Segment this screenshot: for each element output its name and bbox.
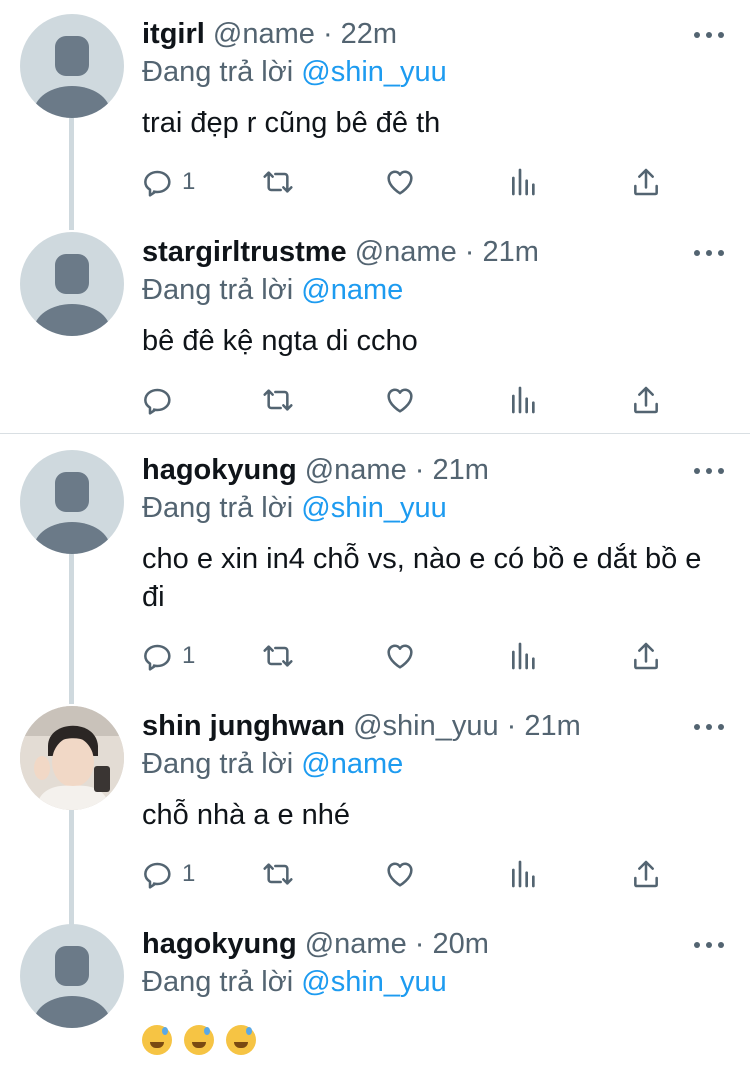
analytics-icon bbox=[512, 642, 535, 670]
display-name[interactable]: hagokyung bbox=[142, 928, 297, 960]
retweet-icon bbox=[263, 645, 293, 667]
reply-count: 1 bbox=[182, 642, 196, 669]
reply-button[interactable]: 1 bbox=[142, 636, 195, 676]
share-icon bbox=[634, 860, 658, 888]
handle-time: @shin_yuu · 21m bbox=[353, 710, 581, 742]
retweet-button[interactable] bbox=[262, 162, 294, 202]
avatar[interactable] bbox=[20, 450, 124, 554]
mention-link[interactable]: @name bbox=[301, 748, 403, 780]
retweet-icon bbox=[263, 389, 293, 411]
tweet-text: chỗ nhà a e nhé bbox=[142, 799, 351, 831]
reply-button[interactable]: 1 bbox=[142, 854, 195, 894]
tweet-header: itgirl @name · 22m bbox=[142, 17, 397, 51]
tweet[interactable]: shin junghwan @shin_yuu · 21m Đang trả l… bbox=[0, 692, 750, 910]
display-name[interactable]: hagokyung bbox=[142, 454, 297, 486]
retweet-icon bbox=[263, 171, 293, 193]
reply-icon bbox=[144, 170, 171, 197]
share-icon bbox=[634, 642, 658, 670]
heart-icon bbox=[387, 644, 413, 669]
analytics-button[interactable] bbox=[508, 636, 540, 676]
handle-time: @name · 20m bbox=[304, 928, 489, 960]
heart-icon bbox=[387, 862, 413, 887]
grinning-sweat-emoji-icon bbox=[184, 1025, 214, 1055]
replying-to: Đang trả lời @shin_yuu bbox=[142, 56, 447, 88]
tweet-header: stargirltrustme @name · 21m bbox=[142, 235, 539, 269]
tweet-text: trai đẹp r cũng bê đê th bbox=[142, 107, 441, 139]
avatar[interactable] bbox=[20, 14, 124, 118]
display-name[interactable]: shin junghwan bbox=[142, 710, 345, 742]
retweet-button[interactable] bbox=[262, 854, 294, 894]
mention-link[interactable]: @name bbox=[301, 274, 403, 306]
conversation-divider bbox=[0, 433, 750, 434]
analytics-icon bbox=[512, 168, 535, 196]
handle-time: @name · 21m bbox=[354, 236, 539, 268]
display-name[interactable]: itgirl bbox=[142, 18, 205, 50]
share-button[interactable] bbox=[630, 162, 662, 202]
like-button[interactable] bbox=[384, 636, 416, 676]
tweet[interactable]: hagokyung @name · 20m Đang trả lời @shin… bbox=[0, 910, 750, 1065]
reply-icon bbox=[144, 388, 171, 415]
tweet-emoji-row bbox=[142, 1025, 256, 1055]
profile-photo bbox=[20, 706, 124, 810]
mention-link[interactable]: @shin_yuu bbox=[301, 492, 447, 524]
handle-time: @name · 22m bbox=[212, 18, 398, 50]
replying-to: Đang trả lời @shin_yuu bbox=[142, 966, 447, 998]
heart-icon bbox=[387, 170, 413, 195]
avatar-photo[interactable] bbox=[20, 706, 124, 810]
avatar[interactable] bbox=[20, 232, 124, 336]
reply-icon bbox=[144, 644, 171, 671]
replying-to: Đang trả lời @name bbox=[142, 274, 404, 306]
action-bar bbox=[142, 380, 682, 420]
share-button[interactable] bbox=[630, 636, 662, 676]
tweet-header: shin junghwan @shin_yuu · 21m bbox=[142, 709, 581, 743]
mention-link[interactable]: @shin_yuu bbox=[301, 966, 447, 998]
heart-icon bbox=[387, 388, 413, 413]
analytics-button[interactable] bbox=[508, 162, 540, 202]
analytics-button[interactable] bbox=[508, 380, 540, 420]
tweet[interactable]: hagokyung @name · 21m Đang trả lời @shin… bbox=[0, 436, 750, 692]
analytics-icon bbox=[512, 386, 535, 414]
retweet-icon bbox=[263, 863, 293, 885]
more-options-icon[interactable] bbox=[694, 940, 724, 950]
reply-button[interactable]: 1 bbox=[142, 162, 195, 202]
replying-to: Đang trả lời @name bbox=[142, 748, 404, 780]
reply-button[interactable] bbox=[142, 380, 182, 420]
action-bar: 1 bbox=[142, 636, 682, 676]
share-icon bbox=[634, 386, 658, 414]
reply-count: 1 bbox=[182, 860, 196, 887]
more-options-icon[interactable] bbox=[694, 30, 724, 40]
share-button[interactable] bbox=[630, 854, 662, 894]
like-button[interactable] bbox=[384, 380, 416, 420]
avatar[interactable] bbox=[20, 924, 124, 1028]
grinning-sweat-emoji-icon bbox=[226, 1025, 256, 1055]
tweet[interactable]: stargirltrustme @name · 21m Đang trả lời… bbox=[0, 218, 750, 432]
more-options-icon[interactable] bbox=[694, 722, 724, 732]
tweet-header: hagokyung @name · 21m bbox=[142, 453, 489, 487]
analytics-icon bbox=[512, 860, 535, 888]
reply-icon bbox=[144, 862, 171, 889]
retweet-button[interactable] bbox=[262, 380, 294, 420]
grinning-sweat-emoji-icon bbox=[142, 1025, 172, 1055]
action-bar: 1 bbox=[142, 854, 682, 894]
reply-count: 1 bbox=[182, 168, 196, 195]
tweet-text: bê đê kệ ngta di ccho bbox=[142, 325, 418, 357]
more-options-icon[interactable] bbox=[694, 248, 724, 258]
analytics-button[interactable] bbox=[508, 854, 540, 894]
like-button[interactable] bbox=[384, 854, 416, 894]
action-bar: 1 bbox=[142, 162, 682, 202]
display-name[interactable]: stargirltrustme bbox=[142, 236, 347, 268]
retweet-button[interactable] bbox=[262, 636, 294, 676]
share-icon bbox=[634, 168, 658, 196]
like-button[interactable] bbox=[384, 162, 416, 202]
mention-link[interactable]: @shin_yuu bbox=[301, 56, 447, 88]
tweet[interactable]: itgirl @name · 22m Đang trả lời @shin_yu… bbox=[0, 0, 750, 220]
more-options-icon[interactable] bbox=[694, 466, 724, 476]
tweet-text: cho e xin in4 chỗ vs, nào e có bồ e dắt … bbox=[142, 543, 702, 613]
share-button[interactable] bbox=[630, 380, 662, 420]
tweet-header: hagokyung @name · 20m bbox=[142, 927, 489, 961]
replying-to: Đang trả lời @shin_yuu bbox=[142, 492, 447, 524]
handle-time: @name · 21m bbox=[304, 454, 489, 486]
